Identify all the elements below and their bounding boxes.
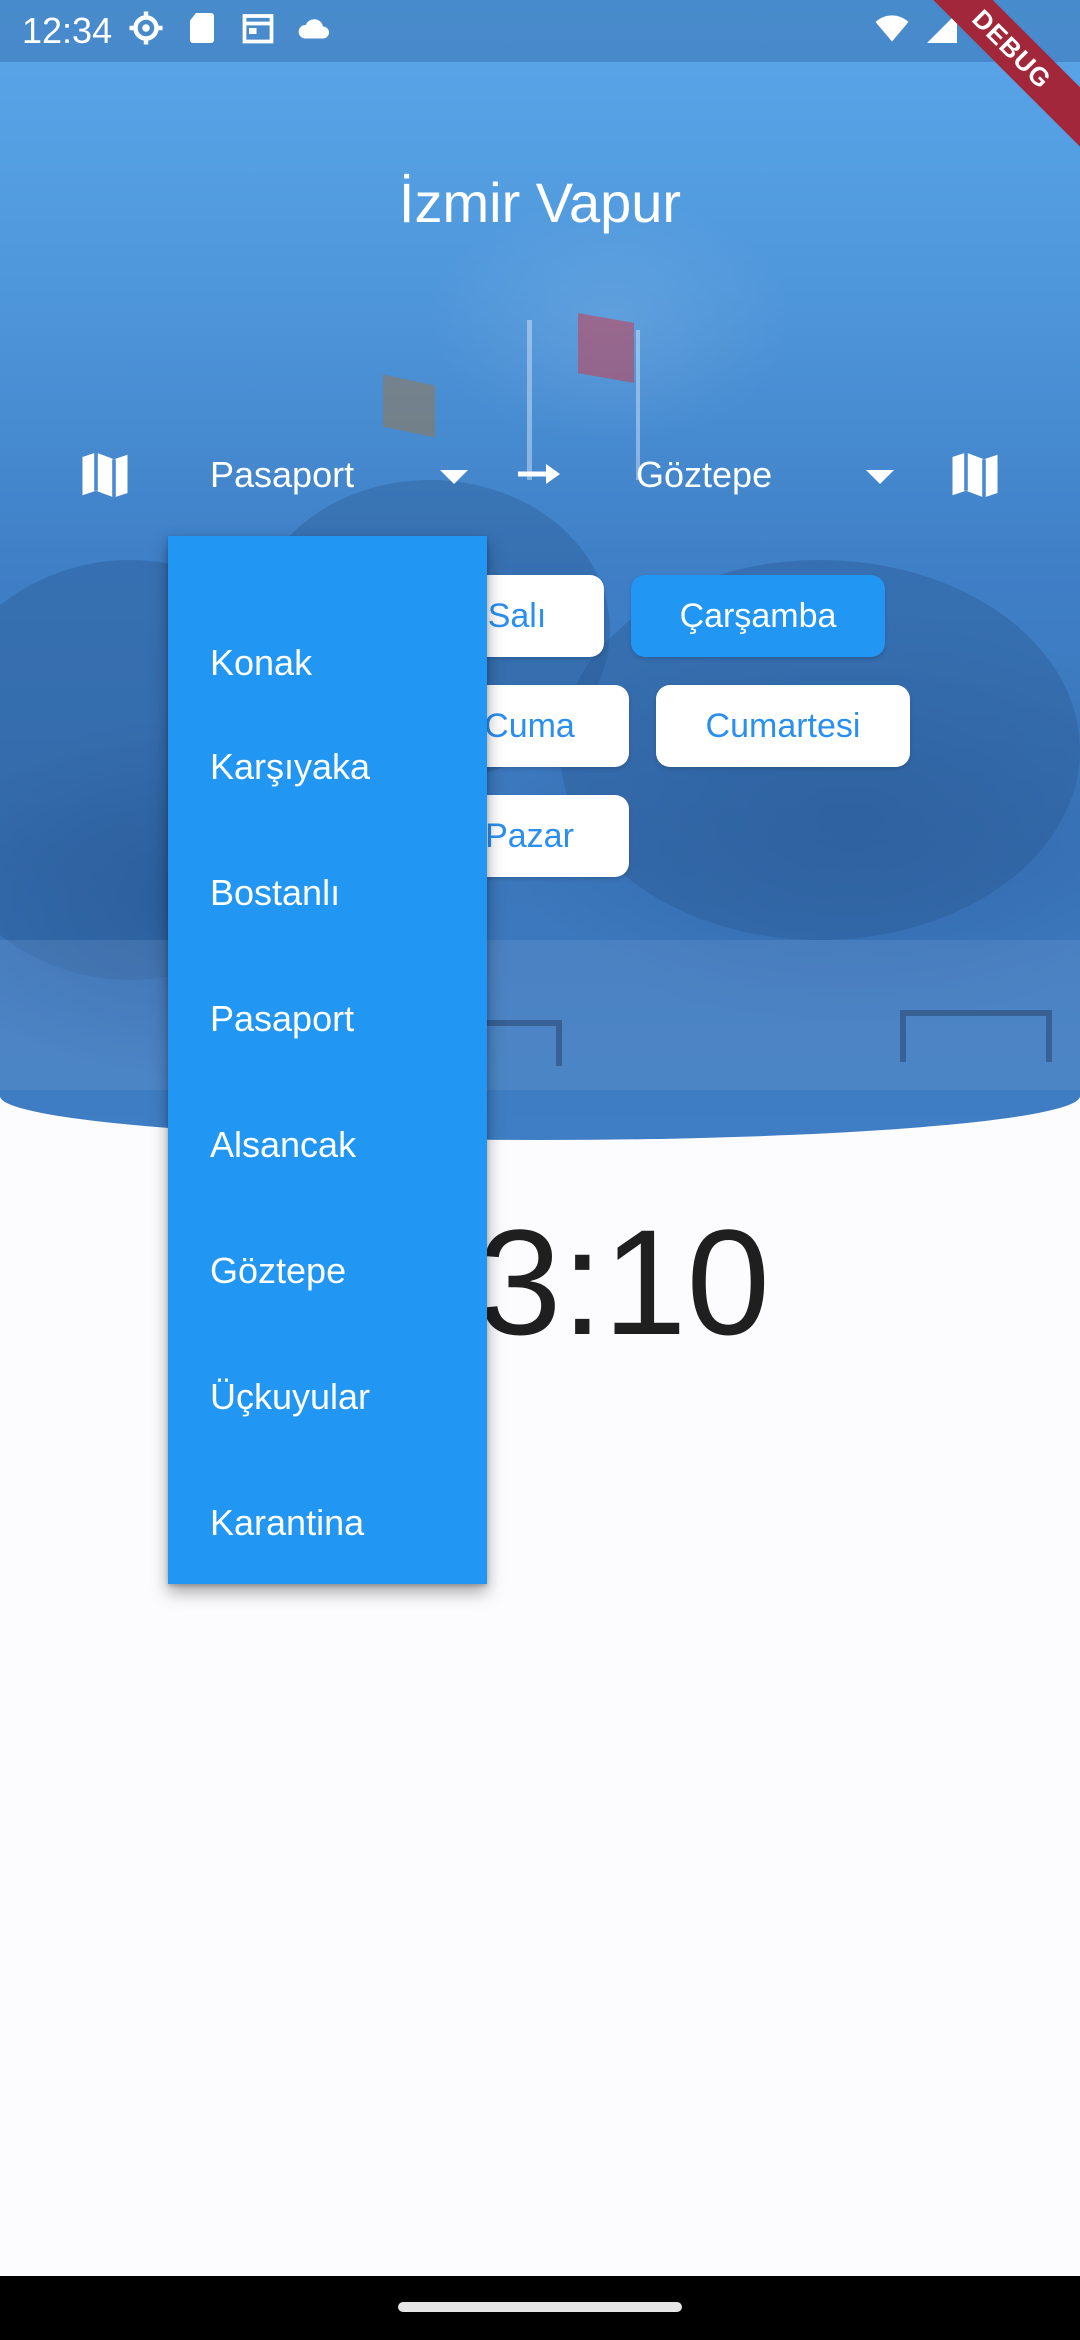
station-dropdown-menu: Konak Karşıyaka Bostanlı Pasaport Alsanc… <box>168 536 487 1584</box>
cloud-icon <box>298 19 329 39</box>
chevron-down-icon <box>866 470 894 484</box>
from-station-value: Pasaport <box>210 454 355 495</box>
page-title: İzmir Vapur <box>398 171 682 234</box>
sd-card-icon <box>190 13 214 43</box>
dropdown-item-karsiyaka[interactable]: Karşıyaka <box>168 704 487 830</box>
dropdown-item-pasaport[interactable]: Pasaport <box>168 956 487 1082</box>
departure-time-text: 3:10 <box>478 1198 770 1366</box>
day-chip-carsamba[interactable]: Çarşamba <box>631 575 885 657</box>
calendar-icon <box>242 14 274 44</box>
map-icon[interactable] <box>948 448 1002 502</box>
chevron-down-icon <box>440 470 468 484</box>
settings-icon <box>129 11 163 45</box>
home-gesture-handle[interactable] <box>398 2302 682 2312</box>
dropdown-item-konak[interactable]: Konak <box>168 578 487 683</box>
to-station-value: Göztepe <box>636 454 773 495</box>
dropdown-item-alsancak[interactable]: Alsancak <box>168 1082 487 1208</box>
next-departure-time: 3:10 <box>0 1196 1080 1369</box>
status-time: 12:34 <box>22 10 113 51</box>
dropdown-item-karantina[interactable]: Karantina <box>168 1460 487 1586</box>
system-navigation-bar <box>0 2276 1080 2340</box>
day-chip-cumartesi[interactable]: Cumartesi <box>656 685 910 767</box>
status-bar: 12:34 <box>0 0 1080 62</box>
dropdown-item-goztepe[interactable]: Göztepe <box>168 1208 487 1334</box>
arrow-right-icon <box>518 464 560 484</box>
dropdown-item-bostanli[interactable]: Bostanlı <box>168 830 487 956</box>
wifi-icon <box>875 15 909 42</box>
map-icon[interactable] <box>78 448 132 502</box>
to-station-dropdown[interactable]: Göztepe <box>626 440 906 510</box>
dropdown-item-uckuyular[interactable]: Üçkuyular <box>168 1334 487 1460</box>
route-selector: Pasaport Göztepe <box>0 440 1080 510</box>
from-station-dropdown[interactable]: Pasaport <box>200 440 480 510</box>
